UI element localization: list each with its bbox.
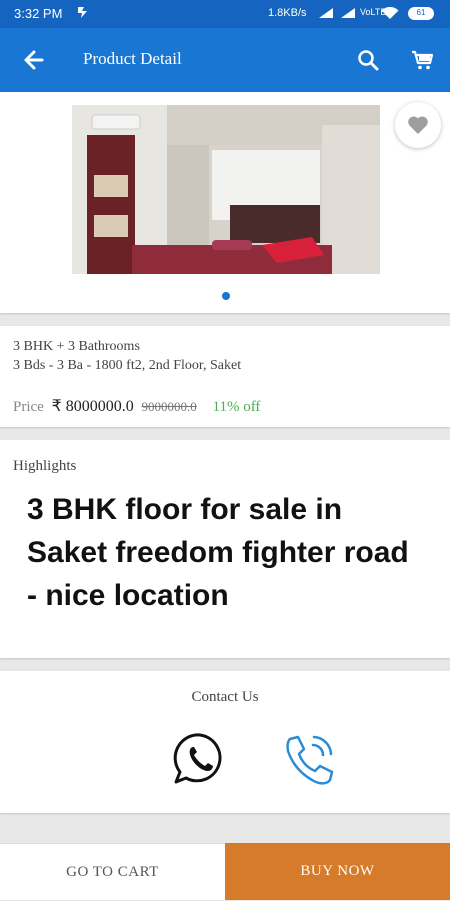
highlights-card: Highlights 3 BHK floor for sale in Saket…	[0, 440, 450, 658]
original-price: 9000000.0	[141, 399, 197, 414]
price-value: 8000000.0	[65, 398, 134, 415]
search-icon[interactable]	[356, 48, 380, 72]
product-info-card: 3 BHK + 3 Bathrooms 3 Bds - 3 Ba - 1800 …	[0, 326, 450, 427]
bottom-action-bar: GO TO CART BUY NOW	[0, 843, 450, 900]
page-title: Product Detail	[83, 49, 182, 68]
contact-card: Contact Us	[0, 671, 450, 813]
price-row: Price ₹8000000.0 9000000.0 11% off	[13, 396, 264, 416]
product-image[interactable]	[72, 105, 380, 274]
discount-badge: 11% off	[212, 399, 261, 415]
go-to-cart-button[interactable]: GO TO CART	[0, 843, 225, 900]
highlights-label: Highlights	[13, 458, 77, 474]
app-bar: Product Detail	[0, 28, 450, 92]
network-speed: 1.8KB/s	[268, 7, 307, 19]
status-time: 3:32 PM	[14, 6, 63, 21]
product-configuration: 3 BHK + 3 Bathrooms	[13, 339, 140, 354]
favorite-button[interactable]	[395, 102, 441, 148]
signal-icon	[340, 7, 356, 22]
carousel-indicator[interactable]	[222, 292, 230, 300]
product-image-card	[0, 92, 450, 313]
cart-icon[interactable]	[411, 48, 435, 72]
battery-icon: 61	[408, 7, 434, 20]
phone-icon[interactable]	[280, 731, 338, 789]
signal-icon	[318, 7, 334, 22]
whatsapp-icon[interactable]	[172, 731, 228, 787]
notification-icon	[76, 5, 90, 22]
highlights-headline: 3 BHK floor for sale in Saket freedom fi…	[27, 493, 409, 612]
product-details: 3 Bds - 3 Ba - 1800 ft2, 2nd Floor, Sake…	[13, 358, 242, 373]
arrow-left-icon[interactable]	[20, 46, 48, 74]
contact-label: Contact Us	[191, 689, 259, 705]
heart-icon	[408, 116, 428, 134]
buy-now-button[interactable]: BUY NOW	[225, 843, 450, 900]
wifi-icon	[381, 6, 399, 23]
currency-symbol: ₹	[51, 398, 62, 415]
status-bar: 3:32 PM 1.8KB/s VoLTE 61	[0, 0, 450, 28]
price-label: Price	[13, 399, 44, 415]
